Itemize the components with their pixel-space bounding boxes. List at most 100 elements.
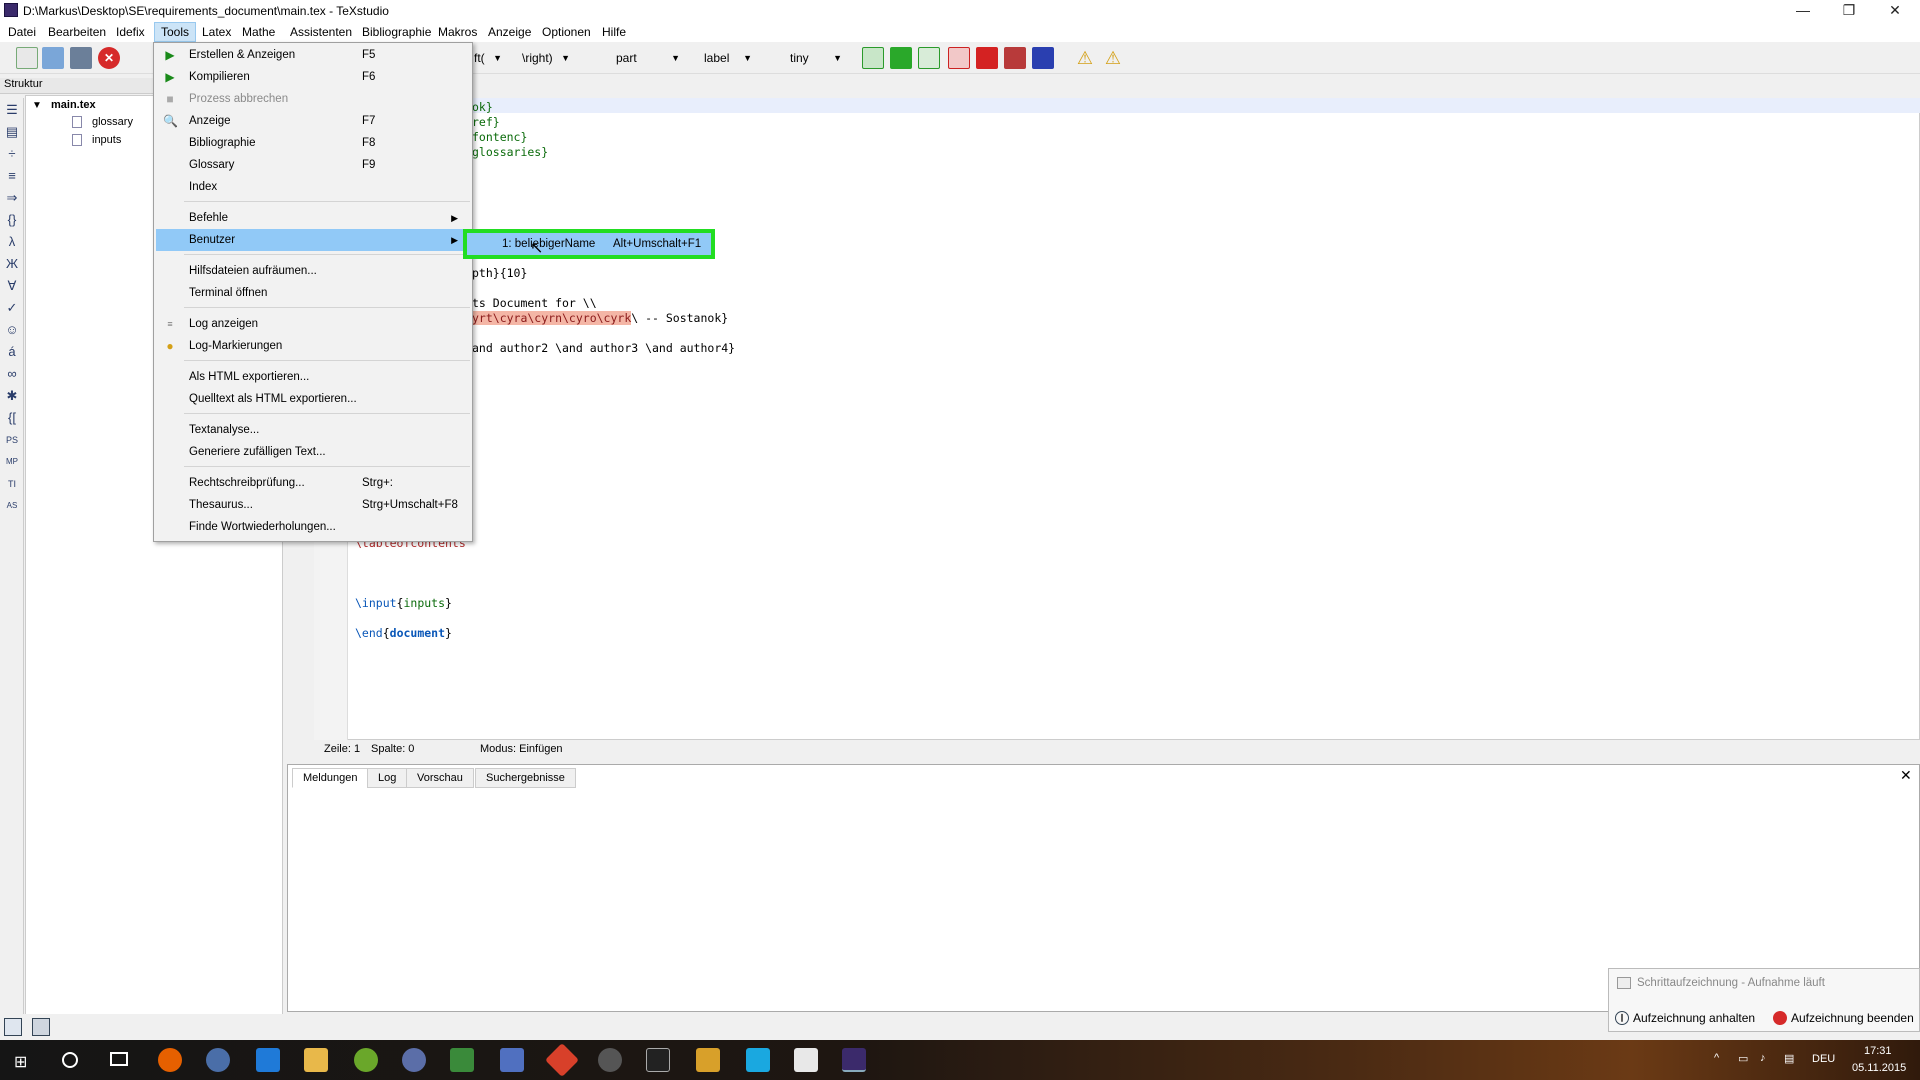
sync-icon[interactable] bbox=[598, 1048, 622, 1072]
git-icon[interactable] bbox=[545, 1043, 579, 1077]
arrows-icon[interactable]: ⇒ bbox=[4, 190, 20, 206]
delimiters-icon[interactable]: {} bbox=[4, 212, 20, 228]
code-editor[interactable] bbox=[314, 98, 1920, 740]
menu-item-hilfsdateien[interactable]: Hilfsdateien aufräumen... bbox=[156, 260, 470, 282]
smiley-icon[interactable]: ☺ bbox=[4, 322, 20, 338]
file-explorer-icon[interactable] bbox=[304, 1048, 328, 1072]
table-insert-icon[interactable] bbox=[918, 47, 940, 69]
tikz-icon[interactable]: TI bbox=[4, 476, 20, 492]
notifications-icon[interactable]: ▤ bbox=[1784, 1052, 1794, 1065]
close-panel-icon[interactable]: ✕ bbox=[1900, 767, 1912, 784]
menu-item-log-markierungen[interactable]: ● Log-Markierungen bbox=[156, 335, 470, 357]
open-file-icon[interactable] bbox=[42, 47, 64, 69]
metapost-icon[interactable]: MP bbox=[4, 454, 20, 470]
font-size-combo[interactable]: tiny ▼ bbox=[786, 48, 846, 68]
table-remove-row-icon[interactable] bbox=[948, 47, 970, 69]
structure-view-icon[interactable]: ☰ bbox=[4, 102, 20, 118]
table-align-icon[interactable] bbox=[1032, 47, 1054, 69]
stop-recording-button[interactable]: Aufzeichnung beenden bbox=[1791, 1011, 1914, 1025]
texstudio-taskbar-icon[interactable] bbox=[842, 1048, 866, 1072]
table-remove-column-icon[interactable] bbox=[976, 47, 998, 69]
menu-item-index[interactable]: Index bbox=[156, 176, 470, 198]
menu-bibliographie[interactable]: Bibliographie bbox=[356, 22, 437, 42]
menu-latex[interactable]: Latex bbox=[196, 22, 237, 42]
benutzer-submenu-item[interactable]: 1: beliebigerName Alt+Umschalt+F1 bbox=[463, 229, 715, 259]
windows-start-icon[interactable]: ⊞ bbox=[14, 1052, 27, 1072]
sectioning-combo[interactable]: part ▼ bbox=[612, 48, 684, 68]
terminal-icon[interactable] bbox=[646, 1048, 670, 1072]
new-file-icon[interactable] bbox=[16, 47, 38, 69]
save-icon[interactable] bbox=[70, 47, 92, 69]
close-document-icon[interactable]: ✕ bbox=[98, 47, 120, 69]
notepad-icon[interactable] bbox=[450, 1048, 474, 1072]
menu-anzeige[interactable]: Anzeige bbox=[482, 22, 537, 42]
pause-recording-button[interactable]: Aufzeichnung anhalten bbox=[1633, 1011, 1755, 1025]
tab-log[interactable]: Log bbox=[367, 768, 408, 788]
volume-icon[interactable]: ♪ bbox=[1760, 1052, 1766, 1064]
relations-icon[interactable]: ≡ bbox=[4, 168, 20, 184]
firefox-icon[interactable] bbox=[158, 1048, 182, 1072]
cyrillic-icon[interactable]: Ж bbox=[4, 256, 20, 272]
menu-idefix[interactable]: Idefix bbox=[110, 22, 151, 42]
menu-tools[interactable]: Tools bbox=[154, 22, 197, 42]
menu-item-thesaurus[interactable]: Thesaurus... Strg+Umschalt+F8 bbox=[156, 494, 470, 516]
menu-item-log-anzeigen[interactable]: ≡ Log anzeigen bbox=[156, 313, 470, 335]
menu-item-terminal[interactable]: Terminal öffnen bbox=[156, 282, 470, 304]
warning-next-icon[interactable]: ⚠ bbox=[1102, 47, 1124, 69]
clock-date[interactable]: 05.11.2015 bbox=[1852, 1062, 1906, 1074]
tree-item-inputs[interactable]: inputs bbox=[92, 134, 121, 146]
braces-icon[interactable]: {[ bbox=[4, 410, 20, 426]
menu-optionen[interactable]: Optionen bbox=[536, 22, 597, 42]
menu-item-zufaelliger-text[interactable]: Generiere zufälligen Text... bbox=[156, 441, 470, 463]
collapse-arrow-icon[interactable]: ▼ bbox=[32, 100, 42, 111]
asymptote-icon[interactable]: AS bbox=[4, 498, 20, 514]
menu-makros[interactable]: Makros bbox=[432, 22, 483, 42]
menu-datei[interactable]: Datei bbox=[2, 22, 42, 42]
asterisk-icon[interactable]: ✱ bbox=[4, 388, 20, 404]
utorrent-icon[interactable] bbox=[354, 1048, 378, 1072]
app-icon[interactable] bbox=[402, 1048, 426, 1072]
menu-item-befehle[interactable]: Befehle ▶ bbox=[156, 207, 470, 229]
menu-item-benutzer[interactable]: Benutzer ▶ bbox=[156, 229, 470, 251]
menu-hilfe[interactable]: Hilfe bbox=[596, 22, 632, 42]
right-delimiter-combo[interactable]: \right) ▼ bbox=[518, 48, 574, 68]
warning-icon[interactable]: ⚠ bbox=[1074, 47, 1096, 69]
table-add-row-icon[interactable] bbox=[862, 47, 884, 69]
close-button[interactable]: ✕ bbox=[1872, 0, 1918, 22]
menu-item-rechtschreibpruefung[interactable]: Rechtschreibprüfung... Strg+: bbox=[156, 472, 470, 494]
steps-recorder-icon[interactable] bbox=[794, 1048, 818, 1072]
left-delimiter-combo[interactable]: ft(▼ bbox=[470, 48, 506, 68]
search-icon[interactable] bbox=[62, 1052, 78, 1068]
greek-letters-icon[interactable]: λ bbox=[4, 234, 20, 250]
table-delete-icon[interactable] bbox=[1004, 47, 1026, 69]
menu-assistenten[interactable]: Assistenten bbox=[284, 22, 358, 42]
menu-item-glossary[interactable]: Glossary F9 bbox=[156, 154, 470, 176]
clock-time[interactable]: 17:31 bbox=[1864, 1045, 1892, 1057]
menu-item-html-export[interactable]: Als HTML exportieren... bbox=[156, 366, 470, 388]
menu-item-kompilieren[interactable]: ▶ Kompilieren F6 bbox=[156, 66, 470, 88]
language-indicator[interactable]: DEU bbox=[1812, 1053, 1835, 1065]
maximize-button[interactable]: ❐ bbox=[1826, 0, 1872, 22]
menu-item-textanalyse[interactable]: Textanalyse... bbox=[156, 419, 470, 441]
table-add-column-icon[interactable] bbox=[890, 47, 912, 69]
app-icon[interactable] bbox=[696, 1048, 720, 1072]
skype-icon[interactable] bbox=[746, 1048, 770, 1072]
toggle-messages-icon[interactable] bbox=[32, 1018, 50, 1036]
task-view-icon[interactable] bbox=[110, 1052, 128, 1066]
menu-mathe[interactable]: Mathe bbox=[236, 22, 281, 42]
operators-icon[interactable]: ÷ bbox=[4, 146, 20, 162]
special-chars-icon[interactable]: ∞ bbox=[4, 366, 20, 382]
tab-suchergebnisse[interactable]: Suchergebnisse bbox=[475, 768, 576, 788]
pstricks-icon[interactable]: PS bbox=[4, 432, 20, 448]
menu-item-quelltext-html-export[interactable]: Quelltext als HTML exportieren... bbox=[156, 388, 470, 410]
accent-icon[interactable]: á bbox=[4, 344, 20, 360]
minimize-button[interactable]: — bbox=[1780, 0, 1826, 22]
tab-vorschau[interactable]: Vorschau bbox=[406, 768, 474, 788]
tab-meldungen[interactable]: Meldungen bbox=[292, 768, 369, 788]
word-icon[interactable] bbox=[500, 1048, 524, 1072]
tree-item-glossary[interactable]: glossary bbox=[92, 116, 133, 128]
menu-item-anzeige[interactable]: 🔍 Anzeige F7 bbox=[156, 110, 470, 132]
checkmark-icon[interactable]: ✓ bbox=[4, 300, 20, 316]
menu-bearbeiten[interactable]: Bearbeiten bbox=[42, 22, 112, 42]
toggle-structure-icon[interactable] bbox=[4, 1018, 22, 1036]
